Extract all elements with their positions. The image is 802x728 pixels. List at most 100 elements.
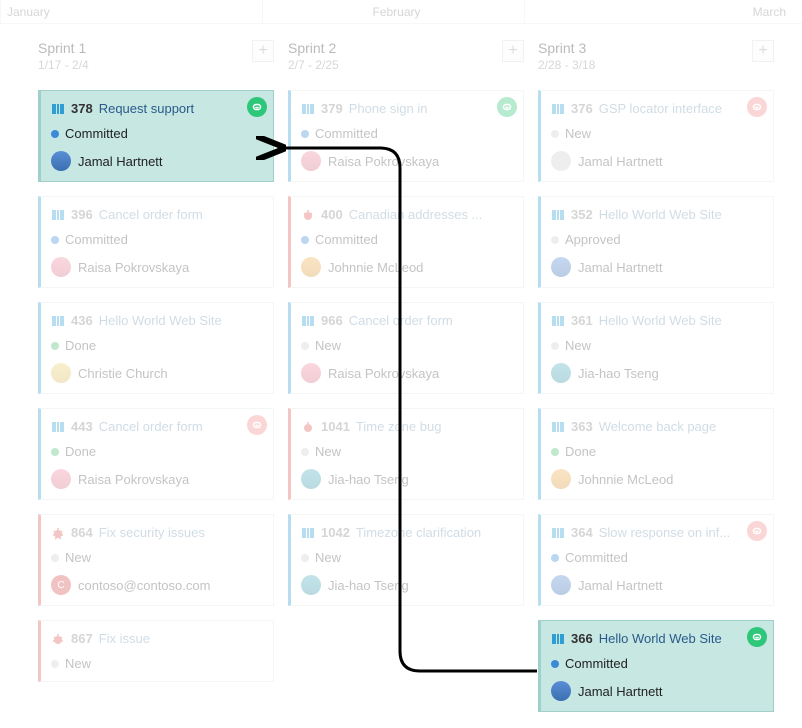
work-item-card[interactable]: 867 Fix issue New <box>38 620 274 682</box>
pbi-icon <box>551 314 565 328</box>
link-icon <box>247 97 267 117</box>
pbi-icon <box>551 420 565 434</box>
assignee-name[interactable]: Jia-hao Tseng <box>328 578 409 593</box>
work-item-title[interactable]: GSP locator interface <box>599 101 722 116</box>
pbi-icon <box>551 208 565 222</box>
work-item-title[interactable]: Cancel order form <box>99 207 203 222</box>
pbi-icon <box>301 102 315 116</box>
work-item-title[interactable]: Hello World Web Site <box>599 631 722 646</box>
assignee-name[interactable]: Christie Church <box>78 366 168 381</box>
work-item-title[interactable]: Canadian addresses ... <box>349 207 483 222</box>
work-item-title[interactable]: Hello World Web Site <box>99 313 222 328</box>
work-item-card[interactable]: 864 Fix security issues New Ccontoso@con… <box>38 514 274 606</box>
work-item-card[interactable]: 966 Cancel order form New Raisa Pokrovsk… <box>288 302 524 394</box>
link-icon <box>747 97 767 117</box>
work-item-id: 867 <box>71 631 93 646</box>
assignee-name[interactable]: Jamal Hartnett <box>578 578 663 593</box>
work-item-id: 378 <box>71 101 93 116</box>
work-item-id: 366 <box>571 631 593 646</box>
work-item-id: 443 <box>71 419 93 434</box>
sprint-column: Sprint 2 2/7 - 2/25 + 379 Phone sign in … <box>288 40 524 726</box>
assignee-name[interactable]: Jia-hao Tseng <box>578 366 659 381</box>
work-item-card[interactable]: 361 Hello World Web Site New Jia-hao Tse… <box>538 302 774 394</box>
sprint-name[interactable]: Sprint 2 <box>288 40 339 56</box>
work-item-card[interactable]: 352 Hello World Web Site Approved Jamal … <box>538 196 774 288</box>
assignee-name[interactable]: Raisa Pokrovskaya <box>328 154 439 169</box>
work-item-title[interactable]: Timezone clarification <box>356 525 481 540</box>
avatar <box>551 575 571 595</box>
work-item-title[interactable]: Fix issue <box>99 631 150 646</box>
state-label: New <box>65 550 91 565</box>
assignee-name[interactable]: Johnnie McLeod <box>328 260 423 275</box>
pbi-icon <box>301 526 315 540</box>
add-card-button[interactable]: + <box>252 40 274 62</box>
work-item-card[interactable]: 379 Phone sign in Committed Raisa Pokrov… <box>288 90 524 182</box>
work-item-card[interactable]: 363 Welcome back page Done Johnnie McLeo… <box>538 408 774 500</box>
work-item-title[interactable]: Cancel order form <box>99 419 203 434</box>
work-item-title[interactable]: Cancel order form <box>349 313 453 328</box>
add-card-button[interactable]: + <box>752 40 774 62</box>
avatar <box>51 363 71 383</box>
assignee-name[interactable]: Jamal Hartnett <box>578 684 663 699</box>
work-item-card[interactable]: 396 Cancel order form Committed Raisa Po… <box>38 196 274 288</box>
work-item-title[interactable]: Request support <box>99 101 194 116</box>
bug-icon <box>301 420 315 434</box>
work-item-card[interactable]: 436 Hello World Web Site Done Christie C… <box>38 302 274 394</box>
sprint-board: Sprint 1 1/17 - 2/4 + 378 Request suppor… <box>0 24 802 726</box>
month-label: January <box>0 0 262 23</box>
work-item-title[interactable]: Time zone bug <box>356 419 442 434</box>
link-icon <box>747 521 767 541</box>
assignee-name[interactable]: Jamal Hartnett <box>578 260 663 275</box>
work-item-card[interactable]: 443 Cancel order form Done Raisa Pokrovs… <box>38 408 274 500</box>
assignee-name[interactable]: contoso@contoso.com <box>78 578 210 593</box>
pbi-icon <box>51 314 65 328</box>
state-label: Done <box>65 338 96 353</box>
work-item-card[interactable]: 378 Request support Committed Jamal Hart… <box>38 90 274 182</box>
state-dot <box>51 342 59 350</box>
state-label: New <box>315 444 341 459</box>
sprint-dates: 2/7 - 2/25 <box>288 58 339 72</box>
assignee-name[interactable]: Raisa Pokrovskaya <box>78 260 189 275</box>
work-item-title[interactable]: Slow response on inf... <box>599 525 731 540</box>
pbi-icon <box>301 314 315 328</box>
work-item-title[interactable]: Fix security issues <box>99 525 205 540</box>
assignee-name[interactable]: Johnnie McLeod <box>578 472 673 487</box>
work-item-id: 396 <box>71 207 93 222</box>
work-item-card[interactable]: 1041 Time zone bug New Jia-hao Tseng <box>288 408 524 500</box>
assignee-name[interactable]: Raisa Pokrovskaya <box>78 472 189 487</box>
work-item-card[interactable]: 1042 Timezone clarification New Jia-hao … <box>288 514 524 606</box>
state-dot <box>301 342 309 350</box>
work-item-card[interactable]: 366 Hello World Web Site Committed Jamal… <box>538 620 774 712</box>
state-dot <box>51 448 59 456</box>
state-label: Committed <box>315 126 378 141</box>
avatar <box>301 469 321 489</box>
work-item-title[interactable]: Hello World Web Site <box>599 207 722 222</box>
pbi-icon <box>51 208 65 222</box>
work-item-card[interactable]: 376 GSP locator interface New Jamal Hart… <box>538 90 774 182</box>
assignee-name[interactable]: Jamal Hartnett <box>578 154 663 169</box>
work-item-id: 363 <box>571 419 593 434</box>
sprint-name[interactable]: Sprint 1 <box>38 40 89 56</box>
work-item-title[interactable]: Hello World Web Site <box>599 313 722 328</box>
avatar <box>301 363 321 383</box>
sprint-name[interactable]: Sprint 3 <box>538 40 595 56</box>
work-item-id: 352 <box>571 207 593 222</box>
state-label: New <box>65 656 91 671</box>
work-item-card[interactable]: 364 Slow response on inf... Committed Ja… <box>538 514 774 606</box>
state-dot <box>551 448 559 456</box>
assignee-name[interactable]: Jamal Hartnett <box>78 154 163 169</box>
work-item-id: 436 <box>71 313 93 328</box>
work-item-title[interactable]: Phone sign in <box>349 101 428 116</box>
work-item-title[interactable]: Welcome back page <box>599 419 717 434</box>
add-card-button[interactable]: + <box>502 40 524 62</box>
work-item-card[interactable]: 400 Canadian addresses ... Committed Joh… <box>288 196 524 288</box>
avatar <box>51 151 71 171</box>
work-item-id: 1042 <box>321 525 350 540</box>
state-label: Done <box>65 444 96 459</box>
avatar <box>551 151 571 171</box>
sprint-column: Sprint 1 1/17 - 2/4 + 378 Request suppor… <box>38 40 274 726</box>
avatar <box>551 257 571 277</box>
sprint-column: Sprint 3 2/28 - 3/18 + 376 GSP locator i… <box>538 40 774 726</box>
assignee-name[interactable]: Raisa Pokrovskaya <box>328 366 439 381</box>
assignee-name[interactable]: Jia-hao Tseng <box>328 472 409 487</box>
